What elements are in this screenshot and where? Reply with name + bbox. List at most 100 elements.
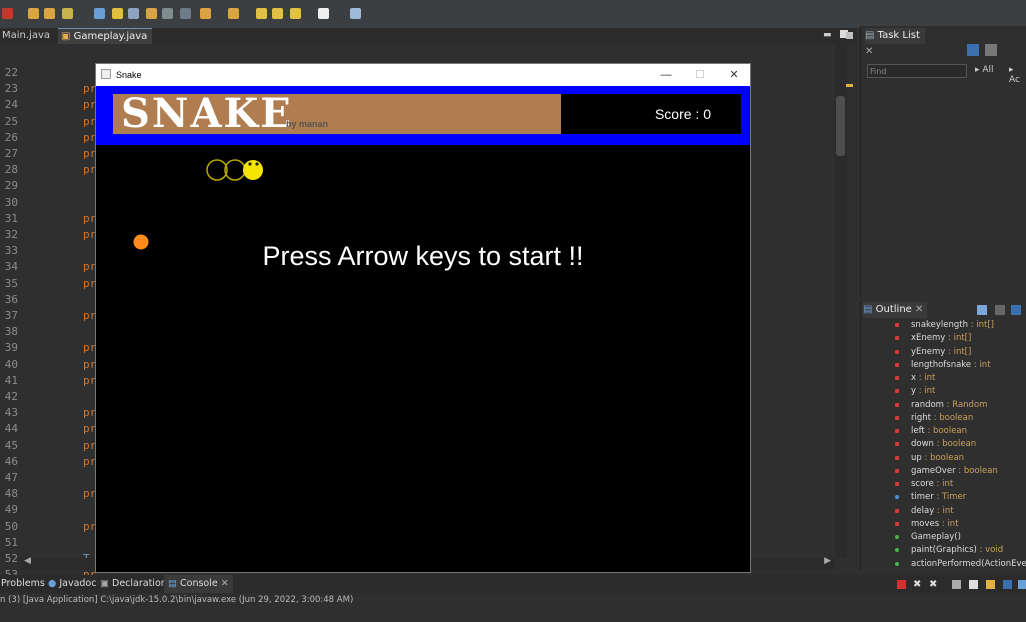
snake-eye	[248, 162, 252, 166]
back-arrow-icon[interactable]	[256, 8, 267, 19]
overview-ruler-icon	[846, 32, 853, 39]
all-filter[interactable]: ▸ All	[975, 65, 994, 75]
close-icon[interactable]: ✕	[915, 304, 923, 315]
tab-label: Javadoc	[59, 578, 97, 589]
pin-console-icon[interactable]	[1003, 580, 1012, 589]
remove-launch-icon[interactable]: ✖	[913, 579, 921, 590]
close-button[interactable]: ✕	[717, 64, 751, 86]
member-name: Gameplay()	[911, 532, 961, 542]
title-banner: SNAKE by manan	[113, 92, 561, 136]
activate-filter[interactable]: ▸ Ac	[1009, 65, 1026, 85]
outline-item[interactable]: lengthofsnake : int	[861, 359, 1026, 372]
field-icon	[895, 482, 899, 486]
find-input[interactable]: Find	[867, 64, 967, 78]
outline-item[interactable]: moves : int	[861, 518, 1026, 531]
outline-item[interactable]: delay : int	[861, 505, 1026, 518]
bookmark-icon[interactable]	[228, 8, 239, 19]
snake-game-window: Snake — ☐ ✕ SNAKE by manan Score : 0 Pre…	[95, 63, 751, 573]
line-number: 41	[4, 373, 18, 387]
tab-task-list[interactable]: ▤ Task List ✕	[865, 28, 925, 57]
edit-icon[interactable]	[62, 8, 73, 19]
tab-javadoc[interactable]: ● Javadoc	[48, 575, 96, 593]
tab-label: Console	[180, 578, 218, 589]
console-status-line: n (3) [Java Application] C:\java\jdk-15.…	[0, 593, 1026, 607]
outline-item[interactable]: actionPerformed(ActionEvent	[861, 558, 1026, 571]
outline-item[interactable]: snakeylength : int[]	[861, 319, 1026, 332]
pencil-icon[interactable]	[112, 8, 123, 19]
scroll-lock-icon[interactable]	[969, 580, 978, 589]
word-wrap-icon[interactable]	[986, 580, 995, 589]
outline-item[interactable]: paint(Graphics) : void	[861, 544, 1026, 557]
collapse-all-icon[interactable]	[977, 305, 987, 315]
field-icon	[895, 415, 899, 420]
scrollbar-thumb[interactable]	[836, 96, 845, 156]
outline-icon: ▤	[863, 304, 873, 315]
tab-outline[interactable]: ▤ Outline ✕	[863, 302, 927, 318]
member-name: up	[911, 452, 922, 463]
tab-main-java[interactable]: Main.java	[0, 28, 56, 44]
package-icon[interactable]	[146, 8, 157, 19]
tab-label: Declaration	[112, 578, 167, 589]
filter-icon[interactable]	[985, 44, 997, 56]
scroll-left-icon[interactable]: ◀	[24, 556, 31, 566]
line-number: 32	[4, 228, 18, 241]
forward-arrow-icon[interactable]	[272, 8, 283, 19]
scroll-right-icon[interactable]: ▶	[824, 556, 831, 566]
maximize-button[interactable]: ☐	[683, 64, 717, 86]
field-icon	[895, 495, 899, 500]
open-folder-icon[interactable]	[28, 8, 39, 19]
tab-console[interactable]: ▤ Console ✕	[164, 575, 233, 593]
terminal-icon[interactable]	[350, 8, 361, 19]
tab-problems[interactable]: Problems	[1, 575, 45, 593]
outline-item[interactable]: random : Random	[861, 399, 1026, 412]
nav-back-icon[interactable]	[290, 8, 301, 19]
hide-fields-icon[interactable]	[1011, 305, 1021, 315]
tab-declaration[interactable]: ▣ Declaration	[100, 575, 167, 593]
outline-item[interactable]: right : boolean	[861, 412, 1026, 425]
line-number: 43	[4, 406, 18, 420]
minimize-editor-icon[interactable]: ▬	[823, 30, 833, 40]
field-icon	[895, 455, 899, 460]
new-task-icon[interactable]	[967, 44, 979, 56]
line-number: 23	[4, 82, 18, 96]
outline-item[interactable]: y : int	[861, 385, 1026, 398]
window-title: Snake	[116, 70, 142, 80]
nav-forward-icon[interactable]	[318, 8, 329, 19]
run-icon[interactable]	[2, 8, 13, 19]
java-app-icon	[101, 69, 111, 79]
outline-item[interactable]: timer : Timer	[861, 491, 1026, 504]
tab-label: Gameplay.java	[73, 31, 148, 42]
task-icon[interactable]	[162, 8, 173, 19]
outline-item[interactable]: yEnemy : int[]	[861, 346, 1026, 359]
outline-item[interactable]: left : boolean	[861, 425, 1026, 438]
annotation-icon[interactable]	[200, 8, 211, 19]
close-icon[interactable]: ✕	[221, 578, 229, 589]
ide-toolbar	[0, 0, 1026, 29]
outline-item[interactable]: gameOver : boolean	[861, 465, 1026, 478]
format-icon[interactable]	[180, 8, 191, 19]
tab-gameplay-java[interactable]: ▣ Gameplay.java ✕	[58, 28, 152, 58]
open-type-icon[interactable]	[44, 8, 55, 19]
member-type: : boolean	[921, 452, 965, 463]
member-type: : int[]	[945, 333, 972, 344]
outline-item-label: left : boolean	[911, 425, 967, 438]
author-byline: by manan	[286, 119, 329, 129]
outline-item[interactable]: up : boolean	[861, 452, 1026, 465]
remove-all-icon[interactable]: ✖	[929, 579, 937, 590]
outline-item[interactable]: score : int	[861, 478, 1026, 491]
outline-item[interactable]: x : int	[861, 372, 1026, 385]
display-console-icon[interactable]	[1018, 580, 1026, 589]
clear-console-icon[interactable]	[952, 580, 961, 589]
minimize-button[interactable]: —	[649, 64, 683, 86]
outline-item[interactable]: down : boolean	[861, 438, 1026, 451]
member-name: actionPerformed(ActionEvent	[911, 558, 1026, 569]
close-icon[interactable]: ✕	[865, 46, 873, 57]
new-package-icon[interactable]	[94, 8, 105, 19]
game-board[interactable]: Press Arrow keys to start !!	[96, 145, 750, 572]
search-icon[interactable]	[128, 8, 139, 19]
terminate-icon[interactable]	[897, 580, 906, 589]
sort-icon[interactable]	[995, 305, 1005, 315]
window-titlebar[interactable]: Snake — ☐ ✕	[96, 64, 750, 86]
outline-item[interactable]: xEnemy : int[]	[861, 332, 1026, 345]
outline-item[interactable]: Gameplay()	[861, 531, 1026, 544]
